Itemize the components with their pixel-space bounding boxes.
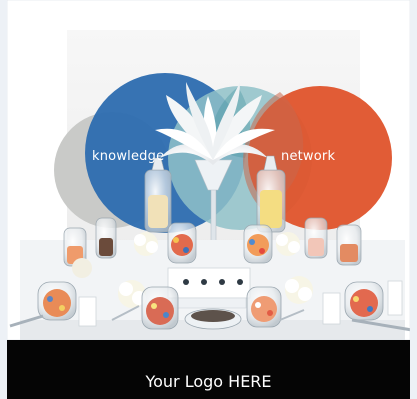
backdrop-word-network: network xyxy=(281,149,336,164)
logo-bar: Your Logo HERE xyxy=(7,340,410,399)
backdrop-word-knowledge: knowledge xyxy=(92,149,165,164)
logo-placeholder-text: Your Logo HERE xyxy=(145,372,272,391)
candy-buffet-photo-card: knowledge network Your Logo HERE xyxy=(0,0,417,399)
right-gutter xyxy=(410,0,417,399)
left-gutter xyxy=(0,0,7,399)
